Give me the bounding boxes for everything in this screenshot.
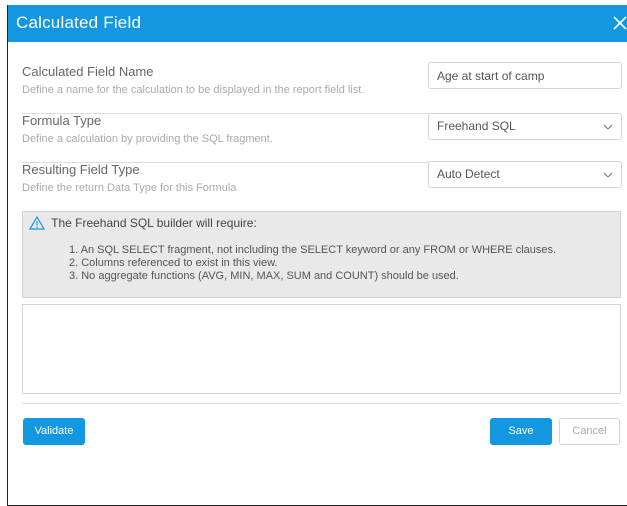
field-name-description: Define a name for the calculation to be … [22, 84, 365, 96]
freehand-sql-notice: The Freehand SQL builder will require: 1… [22, 211, 621, 298]
formula-type-selected: Freehand SQL [437, 119, 516, 133]
result-type-label: Resulting Field Type [22, 162, 140, 177]
calculated-field-dialog: Calculated Field Calculated Field Name D… [7, 5, 627, 506]
save-button[interactable]: Save [490, 418, 552, 445]
warning-icon [28, 215, 46, 233]
field-name-label: Calculated Field Name [22, 64, 154, 79]
formula-type-select[interactable]: Freehand SQL [428, 113, 622, 140]
formula-type-label: Formula Type [22, 113, 102, 128]
close-icon[interactable] [612, 11, 627, 35]
notice-item: 3. No aggregate functions (AVG, MIN, MAX… [69, 270, 459, 282]
result-type-description: Define the return Data Type for this For… [22, 182, 237, 194]
notice-item: 1. An SQL SELECT fragment, not including… [69, 244, 557, 256]
dialog-title: Calculated Field [16, 13, 142, 32]
result-type-select[interactable]: Auto Detect [428, 161, 622, 188]
field-name-input[interactable] [428, 62, 622, 89]
dialog-titlebar: Calculated Field [8, 5, 627, 42]
notice-heading-row: The Freehand SQL builder will require: [28, 215, 257, 233]
sql-fragment-editor[interactable] [22, 304, 621, 394]
result-type-selected: Auto Detect [437, 167, 500, 181]
validate-button[interactable]: Validate [23, 418, 85, 445]
chevron-down-icon [603, 114, 613, 139]
notice-heading: The Freehand SQL builder will require: [51, 216, 257, 230]
footer-divider [22, 403, 621, 404]
notice-item: 2. Columns referenced to exist in this v… [69, 257, 278, 269]
cancel-button[interactable]: Cancel [559, 418, 620, 445]
formula-type-description: Define a calculation by providing the SQ… [22, 133, 273, 145]
chevron-down-icon [603, 162, 613, 187]
notice-list: 1. An SQL SELECT fragment, not including… [69, 244, 556, 283]
